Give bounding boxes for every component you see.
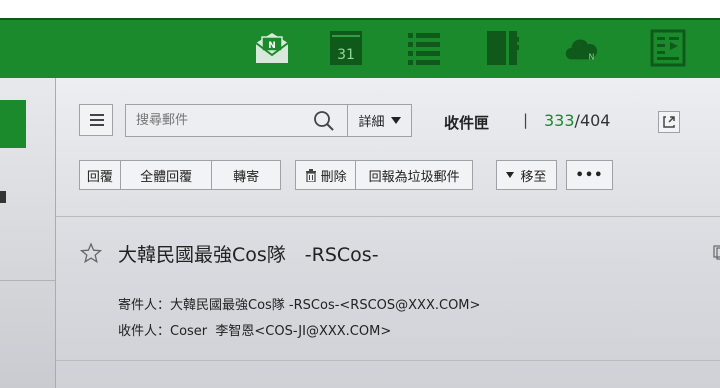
- mail-badge-text: N: [268, 41, 276, 51]
- reply-button-group: 回覆 全體回覆 轉寄: [79, 160, 281, 190]
- mail-icon[interactable]: N: [252, 28, 292, 68]
- search-box: 詳細: [125, 104, 412, 137]
- sidebar-divider: [0, 280, 55, 281]
- total-count: 404: [579, 111, 611, 130]
- mail-view: 詳細 收件匣 | 333/404 回覆 全體回覆 轉寄 刪除 回報為垃圾郵: [56, 78, 720, 388]
- recipient-line: 收件人：Coser 李智恩<COS-JI@XXX.COM>: [118, 324, 392, 339]
- form-icon[interactable]: [648, 28, 688, 68]
- sidebar-active-item[interactable]: [0, 100, 26, 148]
- copy-icon[interactable]: [712, 244, 720, 260]
- trash-icon: [305, 168, 316, 182]
- report-spam-button[interactable]: 回報為垃圾郵件: [356, 161, 472, 189]
- search-icon[interactable]: [312, 110, 336, 132]
- message-subject: 大韓民國最強Cos隊 -RSCos-: [118, 244, 379, 266]
- more-actions-button[interactable]: •••: [566, 160, 613, 190]
- message-header-divider: [56, 360, 720, 361]
- toolbar-divider: [56, 216, 720, 217]
- popout-button[interactable]: [658, 111, 680, 133]
- count-separator: |: [523, 111, 529, 129]
- sidebar: [0, 78, 56, 388]
- message-count: 333/404: [544, 111, 610, 130]
- unread-count: 333: [544, 111, 575, 130]
- star-icon[interactable]: [79, 242, 103, 264]
- detail-dropdown[interactable]: 詳細: [348, 105, 411, 136]
- move-to-button[interactable]: 移至: [496, 160, 557, 190]
- popout-icon: [663, 116, 675, 128]
- menu-button[interactable]: [79, 104, 113, 136]
- delete-button[interactable]: 刪除: [296, 161, 357, 189]
- cloud-icon[interactable]: N: [562, 28, 602, 68]
- folder-name: 收件匣: [444, 114, 490, 132]
- delete-label: 刪除: [320, 169, 347, 185]
- reply-all-button[interactable]: 全體回覆: [121, 161, 213, 189]
- sender-line: 寄件人：大韓民國最強Cos隊 -RSCos-<RSCOS@XXX.COM>: [118, 298, 481, 313]
- list-icon[interactable]: [404, 28, 444, 68]
- caret-down-icon: [506, 172, 515, 178]
- cloud-badge-text: N: [589, 52, 595, 61]
- detail-label: 詳細: [358, 115, 385, 130]
- calendar-day: 31: [337, 47, 355, 63]
- hamburger-icon: [80, 104, 112, 136]
- move-to-label: 移至: [520, 169, 547, 185]
- top-navigation-bar: N 31 N: [0, 18, 720, 80]
- notebook-icon[interactable]: [482, 28, 522, 68]
- calendar-icon[interactable]: 31: [326, 28, 366, 68]
- search-input[interactable]: [126, 105, 316, 136]
- delete-button-group: 刪除 回報為垃圾郵件: [295, 160, 473, 190]
- sidebar-marker: [0, 191, 6, 203]
- forward-button[interactable]: 轉寄: [212, 161, 280, 189]
- reply-button[interactable]: 回覆: [80, 161, 121, 189]
- caret-down-icon: [390, 117, 401, 124]
